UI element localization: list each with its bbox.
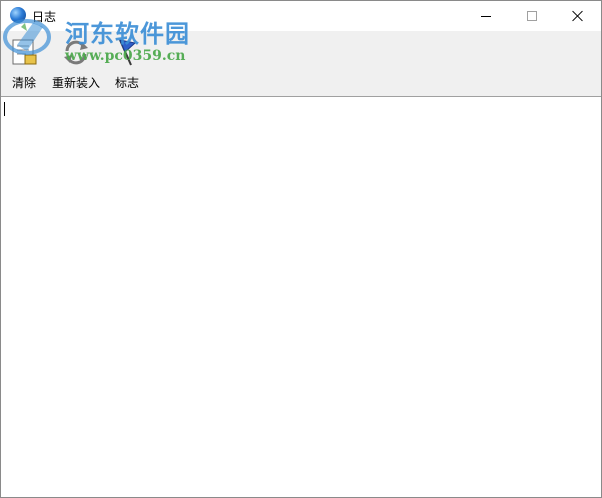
minimize-icon: [481, 15, 491, 17]
window-title: 日志: [32, 10, 57, 24]
log-window: 日志 清除 重新装入 标志 河东软件园 www.pc0359.cn: [0, 0, 602, 498]
clear-button[interactable]: 清除: [7, 33, 41, 93]
reload-label: 重新装入: [51, 76, 100, 90]
reload-button[interactable]: 重新装入: [49, 33, 103, 93]
toolbar: 清除 重新装入 标志: [1, 31, 601, 97]
text-caret: [4, 102, 5, 116]
clear-log-icon: [8, 37, 40, 67]
minimize-button[interactable]: [463, 1, 509, 31]
flag-button[interactable]: 标志: [111, 33, 143, 93]
clear-label: 清除: [11, 76, 36, 90]
close-button[interactable]: [555, 1, 601, 31]
flag-icon: [111, 37, 143, 67]
reload-icon: [60, 37, 92, 67]
log-text-area[interactable]: [1, 98, 601, 497]
maximize-button[interactable]: [509, 1, 555, 31]
globe-icon: [10, 7, 26, 23]
flag-label: 标志: [114, 76, 139, 90]
title-bar[interactable]: 日志: [1, 1, 601, 31]
maximize-icon: [527, 11, 537, 21]
close-icon: [572, 10, 584, 22]
